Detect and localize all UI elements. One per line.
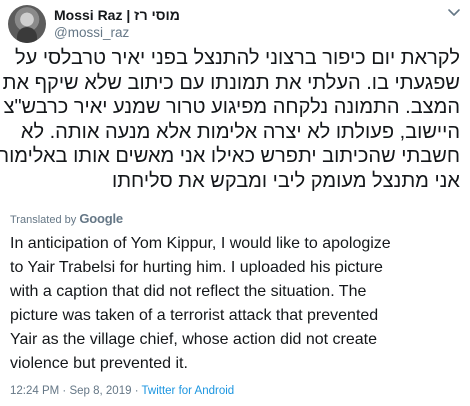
tweet-source-link[interactable]: Twitter for Android [142,385,235,397]
tweet-translated-text: In anticipation of Yom Kippur, I would l… [10,232,465,376]
tweet-original-text: לקראת יום כיפור ברצוני להתנצל בפני יאיר … [0,46,460,193]
author-display-name[interactable]: Mossi Raz | מוסי רז [54,7,180,24]
meta-separator: · [59,385,70,397]
author-handle[interactable]: @mossi_raz [54,24,180,41]
tweet-meta: 12:24 PM · Sep 8, 2019 · Twitter for And… [10,385,234,397]
translated-line: with a caption that did not reflect the … [10,283,367,300]
chevron-down-icon[interactable] [446,4,462,20]
author-block[interactable]: Mossi Raz | מוסי רז @mossi_raz [54,7,180,41]
avatar[interactable] [8,5,46,43]
translated-by-label[interactable]: Translated by Google [10,211,123,226]
meta-separator: · [131,385,142,397]
tweet-header: Mossi Raz | מוסי רז @mossi_raz [8,4,464,44]
original-line: היישוב, פעולתו לא יצרה אלימות אלא מנעה א… [20,120,460,143]
translated-line: In anticipation of Yom Kippur, I would l… [10,235,391,252]
translated-line: to Yair Trabelsi for hurting him. I uplo… [10,259,383,276]
tweet-time[interactable]: 12:24 PM [10,385,59,397]
translated-line: Yair as the village chief, whose action … [10,331,378,348]
original-line: שפגעתי בו. העלתי את תמונתו עם כיתוב שלא … [2,71,460,94]
original-line: לקראת יום כיפור ברצוני להתנצל בפני יאיר … [15,47,460,69]
original-line: המצב. התמונה נלקחה מפיגוע טרור שמנע יאיר… [3,96,460,118]
original-line: אני מתנצל מעומק ליבי ומבקש את סליחתו [112,169,460,192]
tweet-date[interactable]: Sep 8, 2019 [69,385,131,397]
google-logo: Google [79,211,123,226]
translated-by-text: Translated by [10,214,77,226]
original-line: חשבתי שהכיתוב יתפרש כאילו אני מאשים אותו… [0,145,460,167]
translated-line: picture was taken of a terrorist attack … [10,307,379,324]
translated-line: violence but prevented it. [10,355,188,372]
